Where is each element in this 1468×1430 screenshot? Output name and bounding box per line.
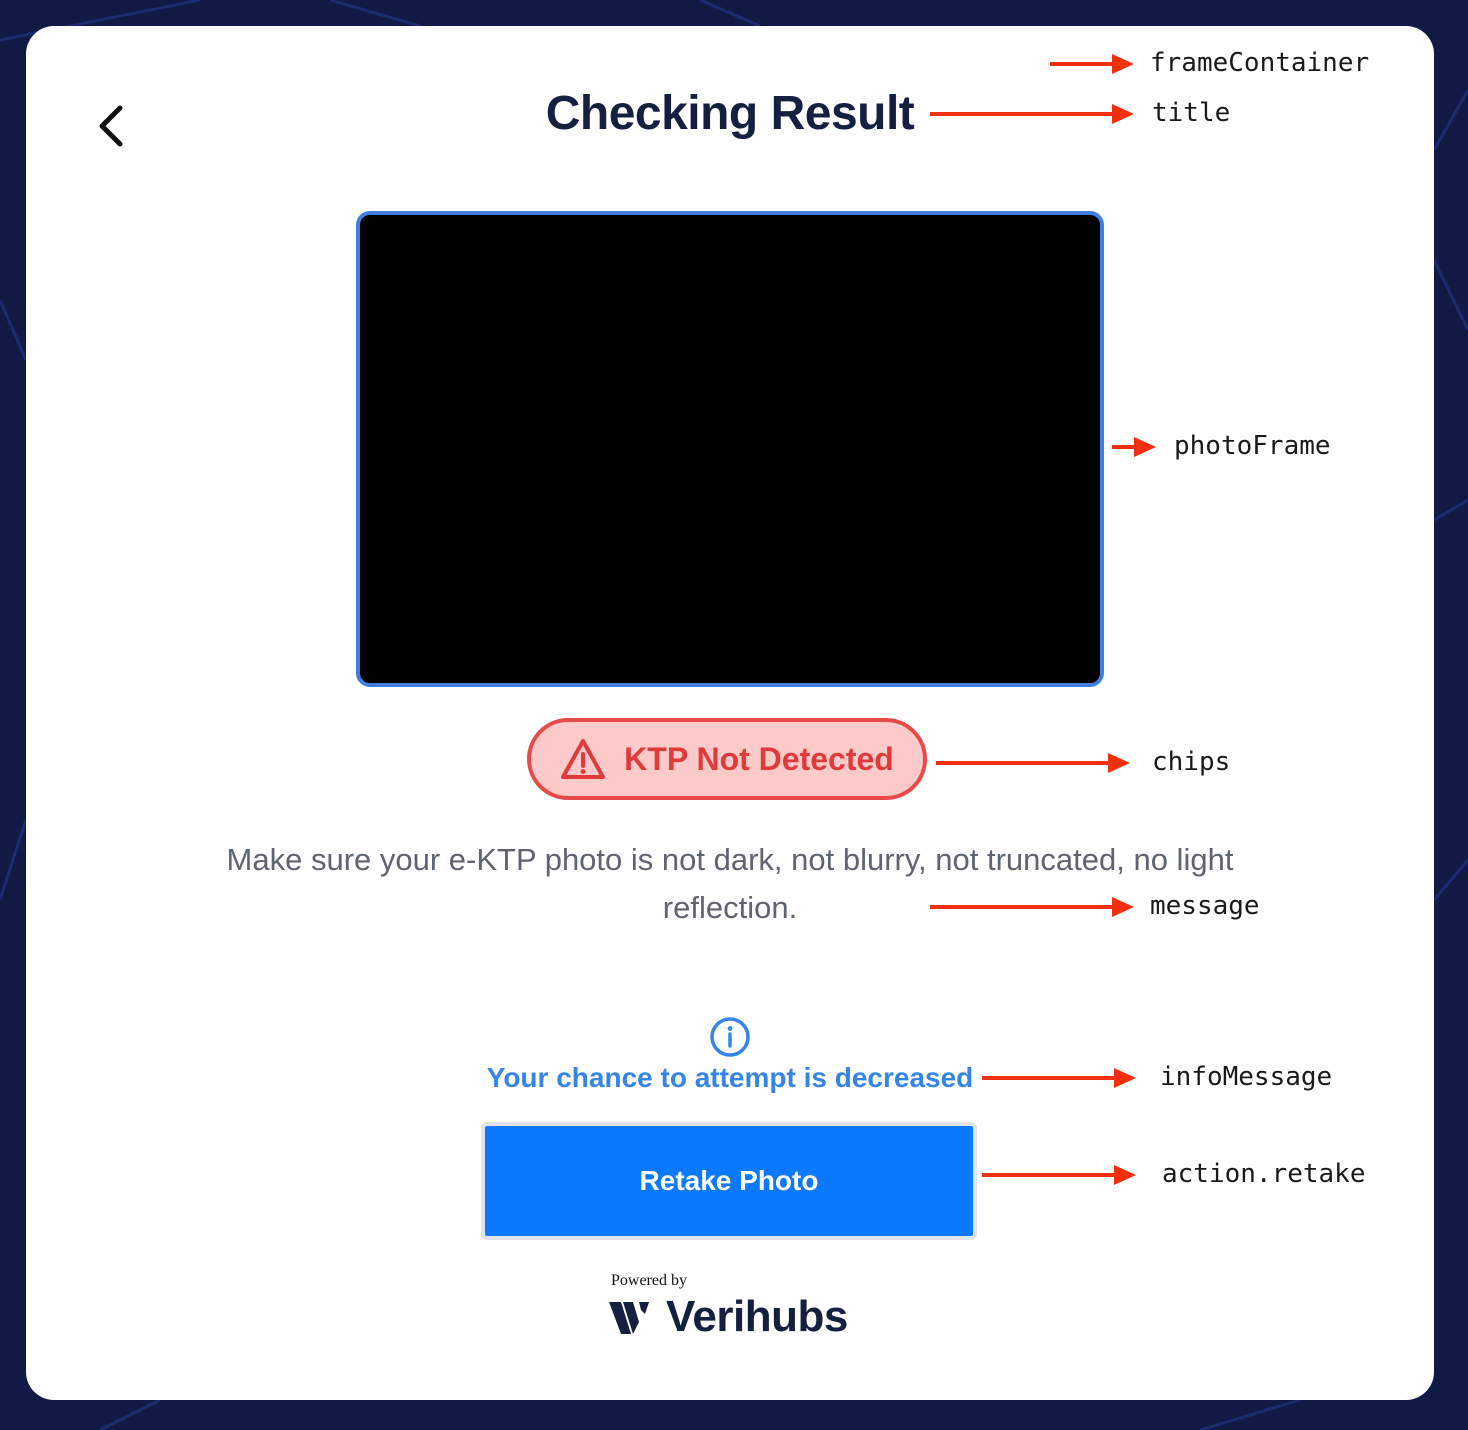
- chip-label: KTP Not Detected: [624, 740, 894, 777]
- arrow-info-message: [982, 1068, 1136, 1088]
- warning-triangle-icon: [561, 739, 606, 779]
- retake-photo-button[interactable]: Retake Photo: [481, 1122, 977, 1240]
- annotation-info-message: infoMessage: [1160, 1062, 1333, 1092]
- status-chip: KTP Not Detected: [527, 718, 927, 800]
- verihubs-logo-icon: [609, 1302, 649, 1334]
- arrow-chips: [936, 753, 1130, 773]
- frame-container: Checking Result KTP Not Detected Make su…: [26, 26, 1434, 1400]
- annotation-photo-frame: photoFrame: [1174, 431, 1331, 461]
- powered-by-label: Powered by: [611, 1272, 687, 1289]
- arrow-message: [930, 897, 1134, 917]
- arrow-photo-frame: [1112, 437, 1156, 457]
- annotation-title: title: [1152, 98, 1231, 128]
- info-circle-icon: [710, 1017, 750, 1057]
- annotation-frame-container: frameContainer: [1150, 48, 1370, 78]
- arrow-action-retake: [982, 1165, 1136, 1185]
- annotation-message: message: [1150, 891, 1260, 921]
- arrow-frame-container: [1050, 54, 1134, 74]
- brand-name: Verihubs: [666, 1292, 848, 1341]
- arrow-title: [930, 104, 1134, 124]
- photo-frame: [356, 211, 1104, 687]
- annotation-action-retake: action.retake: [1162, 1159, 1366, 1189]
- annotation-chips: chips: [1152, 747, 1231, 777]
